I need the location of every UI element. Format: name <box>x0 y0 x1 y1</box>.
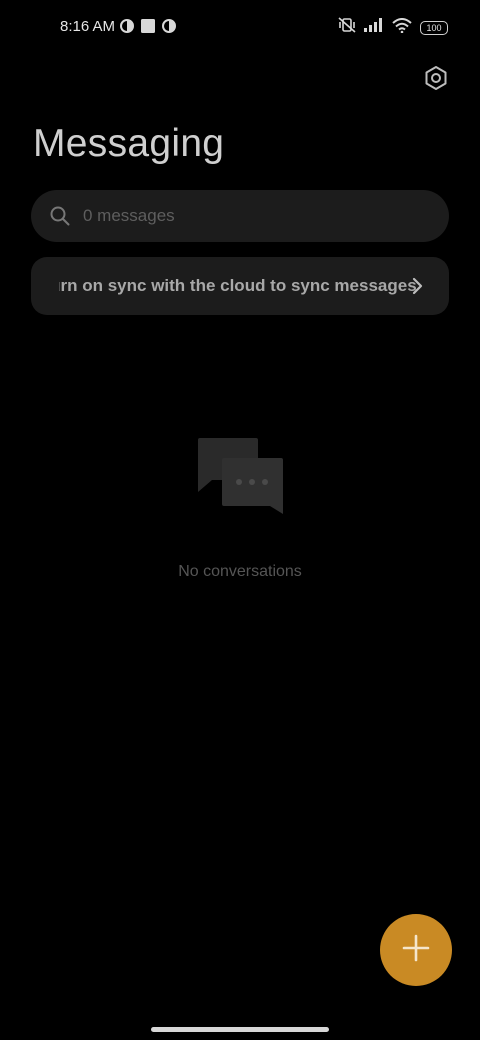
status-left-icons <box>120 19 176 38</box>
search-input[interactable] <box>81 205 405 227</box>
square-notification-icon <box>141 19 155 38</box>
status-time: 8:16 AM <box>60 18 116 35</box>
plus-icon <box>401 933 431 968</box>
empty-state-text: No conversations <box>178 563 302 580</box>
status-right-icons: 100 <box>338 17 448 38</box>
search-bar[interactable] <box>31 190 449 242</box>
data-saver-icon <box>162 19 176 38</box>
sync-text-clip: Turn on sync with the cloud to sync mess… <box>59 257 421 315</box>
status-bar: 8:16 AM 100 <box>0 0 480 56</box>
settings-button[interactable] <box>420 64 452 96</box>
data-saver-icon <box>120 19 134 38</box>
new-conversation-button[interactable] <box>380 914 452 986</box>
settings-icon <box>423 65 449 96</box>
battery-icon: 100 <box>420 20 448 35</box>
mute-vibrate-icon <box>338 17 356 38</box>
chat-bubbles-icon <box>196 436 286 516</box>
page-title: Messaging <box>33 122 225 165</box>
home-indicator[interactable] <box>151 1027 329 1032</box>
wifi-icon <box>392 17 412 38</box>
signal-icon <box>364 18 384 37</box>
sync-banner[interactable]: Turn on sync with the cloud to sync mess… <box>31 257 449 315</box>
sync-banner-text: Turn on sync with the cloud to sync mess… <box>59 276 417 295</box>
search-icon <box>49 205 71 227</box>
chevron-right-icon <box>407 276 427 296</box>
